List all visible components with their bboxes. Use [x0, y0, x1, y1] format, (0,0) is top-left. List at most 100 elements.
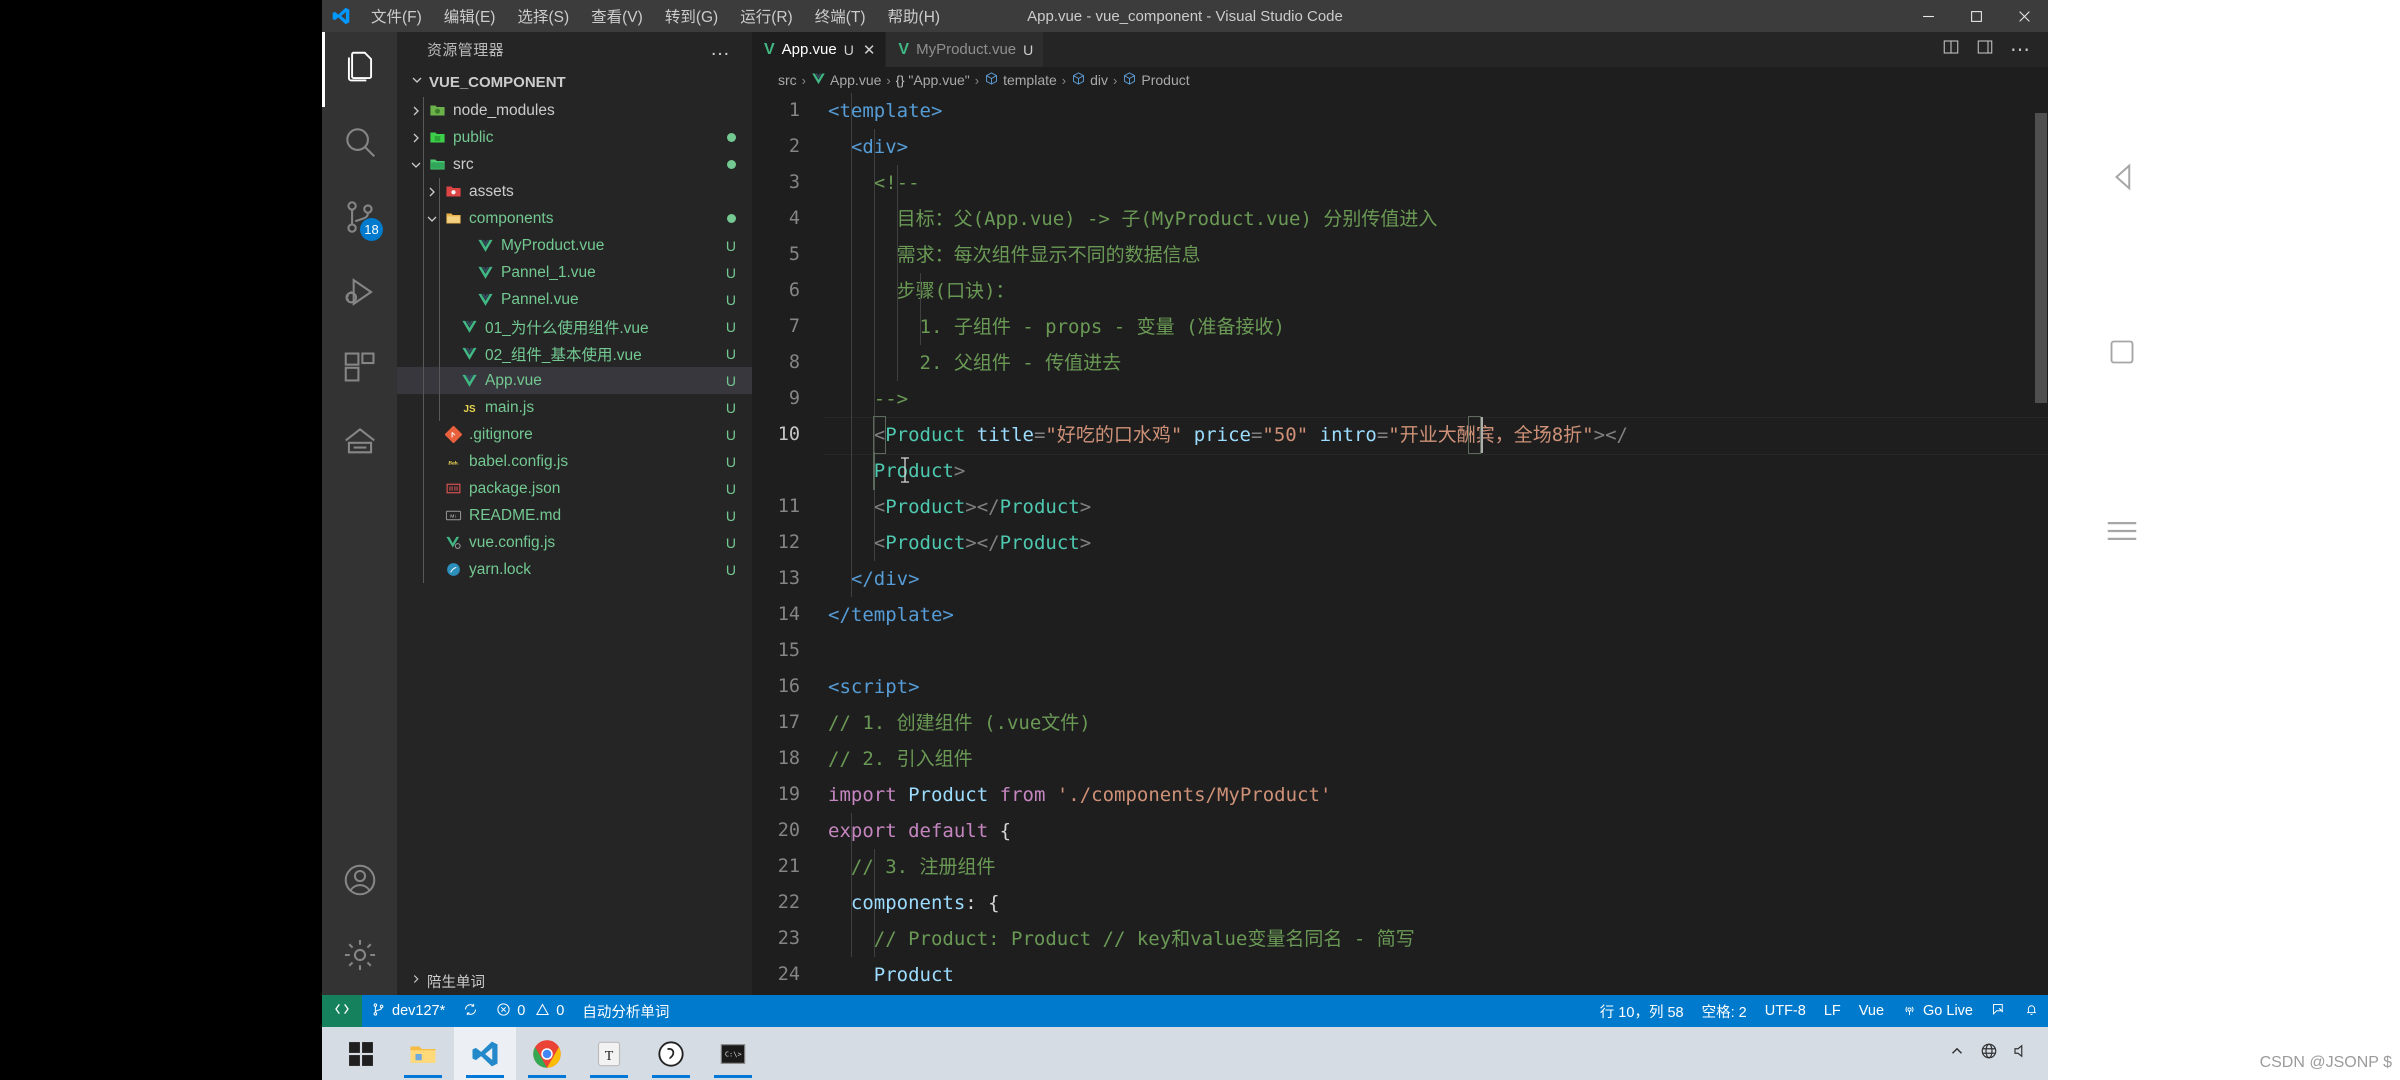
status-go-live[interactable]: Go Live [1893, 995, 1982, 1027]
activity-run-debug[interactable] [322, 257, 397, 332]
more-actions-icon[interactable]: ⋯ [2010, 40, 2032, 60]
code-line[interactable]: <Product title="好吃的口水鸡" price="50" intro… [824, 417, 2048, 455]
status-analyze[interactable]: 自动分析单词 [573, 995, 678, 1027]
breadcrumb-item-2[interactable]: {} "App.vue" [896, 72, 970, 88]
code-line[interactable]: --> [828, 381, 2048, 417]
taskbar-terminal[interactable]: C:\> [702, 1027, 764, 1080]
status-feedback[interactable] [1982, 995, 2015, 1027]
code-line[interactable]: <Product></Product> [828, 489, 2048, 525]
breadcrumb-item-4[interactable]: div [1071, 71, 1108, 89]
status-cursor-position[interactable]: 行 10，列 58 [1591, 995, 1693, 1027]
tree-item-node_modules[interactable]: node_modules [397, 97, 752, 124]
scrollbar-thumb[interactable] [2035, 113, 2047, 403]
sidebar-footer-section[interactable]: 陪生单词 [397, 967, 752, 995]
status-notifications[interactable] [2015, 995, 2048, 1027]
code-line[interactable]: <template> [828, 93, 2048, 129]
menu-run[interactable]: 运行(R) [729, 1, 804, 31]
tree-item-02_组件_基本使用.vue[interactable]: 02_组件_基本使用.vue U [397, 340, 752, 367]
menu-file[interactable]: 文件(F) [360, 1, 433, 31]
tree-item-main.js[interactable]: JS main.js U [397, 394, 752, 421]
status-branch[interactable]: dev127* [362, 995, 454, 1027]
code-line[interactable]: import Product from './components/MyProd… [828, 777, 2048, 813]
activity-settings[interactable] [322, 920, 397, 995]
code-line[interactable]: <!-- [828, 165, 2048, 201]
tree-item-babel.config.js[interactable]: Bab. babel.config.js U [397, 448, 752, 475]
status-remote-indicator[interactable] [322, 995, 362, 1027]
tree-item-.gitignore[interactable]: .gitignore U [397, 421, 752, 448]
tree-item-assets[interactable]: assets [397, 178, 752, 205]
status-eol[interactable]: LF [1815, 995, 1850, 1027]
code-line[interactable]: Product [828, 957, 2048, 993]
tree-item-vue.config.js[interactable]: vue.config.js U [397, 529, 752, 556]
code-line[interactable]: </div> [828, 561, 2048, 597]
status-encoding[interactable]: UTF-8 [1756, 995, 1815, 1027]
menu-view[interactable]: 查看(V) [580, 1, 654, 31]
code-line[interactable]: // Product: Product // key和value变量名同名 - … [828, 921, 2048, 957]
tree-item-01_为什么使用组件.vue[interactable]: 01_为什么使用组件.vue U [397, 313, 752, 340]
status-indentation[interactable]: 空格: 2 [1693, 995, 1756, 1027]
code-line[interactable]: 2. 父组件 - 传值进去 [828, 345, 2048, 381]
explorer-section-header[interactable]: VUE_COMPONENT [397, 67, 752, 97]
code-line[interactable]: 需求：每次组件显示不同的数据信息 [828, 237, 2048, 273]
tree-item-public[interactable]: public [397, 124, 752, 151]
hamburger-icon[interactable] [2103, 512, 2141, 555]
tree-item-yarn.lock[interactable]: yarn.lock U [397, 556, 752, 583]
status-problems[interactable]: 0 0 [487, 995, 573, 1027]
menu-terminal[interactable]: 终端(T) [804, 1, 877, 31]
status-language-mode[interactable]: Vue [1850, 995, 1893, 1027]
code-line[interactable]: 目标：父(App.vue) -> 子(MyProduct.vue) 分别传值进入 [828, 201, 2048, 237]
back-triangle-icon[interactable] [2108, 160, 2142, 199]
code-line[interactable]: 步骤(口诀)： [828, 273, 2048, 309]
breadcrumb-item-5[interactable]: Product [1122, 71, 1190, 89]
activity-accounts[interactable] [322, 845, 397, 920]
code-line[interactable]: export default { [828, 813, 2048, 849]
breadcrumb-item-3[interactable]: template [984, 71, 1057, 89]
menu-help[interactable]: 帮助(H) [877, 1, 952, 31]
layout-panel-icon[interactable] [1976, 38, 1994, 61]
menu-go[interactable]: 转到(G) [654, 1, 729, 31]
menu-selection[interactable]: 选择(S) [506, 1, 580, 31]
tab-close-icon[interactable]: ✕ [863, 41, 876, 59]
tree-item-components[interactable]: components [397, 205, 752, 232]
network-icon[interactable] [1980, 1042, 1998, 1065]
split-editor-icon[interactable] [1942, 38, 1960, 61]
tab-app-vue[interactable]: V App.vue U ✕ [752, 32, 887, 67]
code-line-wrapped[interactable]: Product> [828, 453, 2048, 489]
taskbar-file-explorer[interactable] [392, 1027, 454, 1080]
code-line[interactable] [828, 633, 2048, 669]
square-icon[interactable] [2108, 338, 2136, 371]
taskbar-snipaste[interactable] [640, 1027, 702, 1080]
code-content[interactable]: <template> <div> <!-- 目标：父(App.vue) -> 子… [824, 93, 2048, 995]
code-line[interactable]: // 3. 注册组件 [828, 849, 2048, 885]
activity-search[interactable] [322, 107, 397, 182]
code-editor[interactable]: 1 2 3 4 5 6 7 8 9 10 11 12 13 14 15 16 17 18 19 20 21 22 23 24… [752, 93, 2048, 995]
sidebar-more-actions-icon[interactable]: … [710, 38, 744, 61]
taskbar-chrome[interactable] [516, 1027, 578, 1080]
breadcrumb-item-1[interactable]: App.vue [811, 71, 881, 89]
activity-remote[interactable] [322, 407, 397, 482]
maximize-icon[interactable] [1952, 0, 2000, 32]
minimize-icon[interactable] [1904, 0, 1952, 32]
taskbar-start-button[interactable] [330, 1027, 392, 1080]
tree-item-MyProduct.vue[interactable]: MyProduct.vue U [397, 232, 752, 259]
status-sync[interactable] [454, 995, 487, 1027]
code-line[interactable]: // 1. 创建组件 (.vue文件) [828, 705, 2048, 741]
tree-item-package.json[interactable]: package.json U [397, 475, 752, 502]
activity-extensions[interactable] [322, 332, 397, 407]
code-line[interactable]: components: { [828, 885, 2048, 921]
code-line[interactable]: <div> [828, 129, 2048, 165]
taskbar-vscode[interactable] [454, 1027, 516, 1080]
breadcrumb-item-0[interactable]: src [778, 72, 797, 88]
menu-edit[interactable]: 编辑(E) [433, 1, 507, 31]
tab-myproduct-vue[interactable]: V MyProduct.vue U [886, 32, 1045, 67]
code-line[interactable]: <script> [828, 669, 2048, 705]
code-line[interactable]: 1. 子组件 - props - 变量 (准备接收) [828, 309, 2048, 345]
code-line[interactable]: // 2. 引入组件 [828, 741, 2048, 777]
code-line[interactable]: </template> [828, 597, 2048, 633]
code-line[interactable]: <Product></Product> [828, 525, 2048, 561]
close-icon[interactable] [2000, 0, 2048, 32]
tree-item-src[interactable]: src [397, 151, 752, 178]
activity-source-control[interactable]: 18 [322, 182, 397, 257]
taskbar-typora[interactable]: T [578, 1027, 640, 1080]
tree-item-Pannel.vue[interactable]: Pannel.vue U [397, 286, 752, 313]
